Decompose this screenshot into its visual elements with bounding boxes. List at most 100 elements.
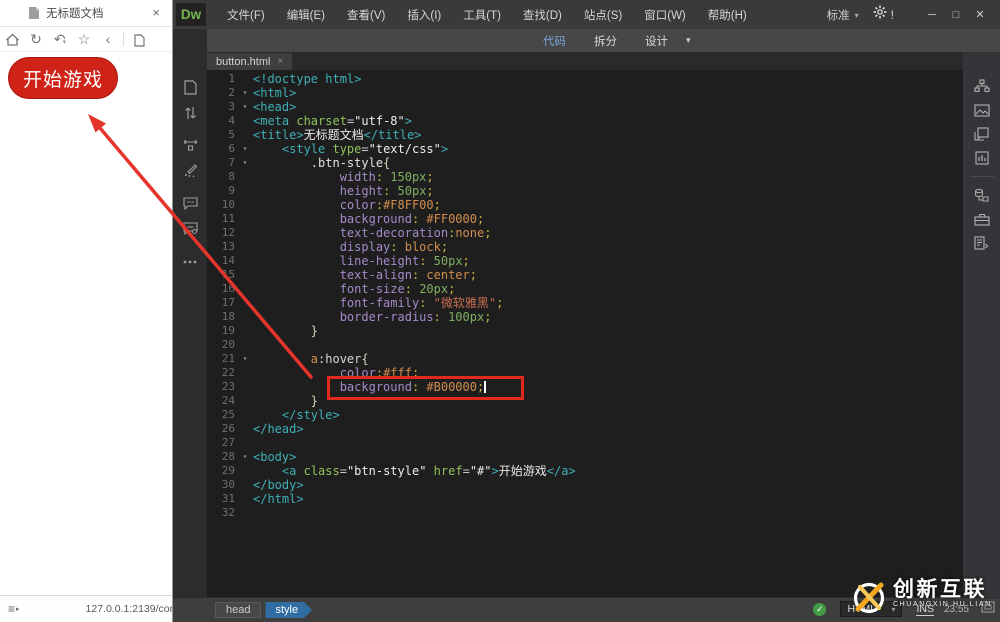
home-icon[interactable] bbox=[0, 31, 24, 47]
sort-arrows-icon[interactable] bbox=[173, 100, 207, 125]
behaviors-icon[interactable] bbox=[963, 183, 1000, 207]
code-line[interactable]: 7▾ .btn-style{ bbox=[207, 156, 963, 170]
fold-gutter bbox=[237, 282, 253, 296]
code-line[interactable]: 9 height: 50px; bbox=[207, 184, 963, 198]
document-icon bbox=[28, 6, 40, 20]
sync-alert: ! bbox=[891, 8, 894, 22]
comment-icon[interactable] bbox=[173, 191, 207, 216]
undo-icon[interactable]: ↶▾ bbox=[48, 31, 72, 48]
code-line[interactable]: 22 color:#fff; bbox=[207, 366, 963, 380]
fold-arrow-icon[interactable]: ▾ bbox=[237, 352, 253, 366]
menu-help[interactable]: 帮助(H) bbox=[697, 7, 758, 23]
star-icon[interactable]: ☆ bbox=[72, 31, 96, 48]
code-line[interactable]: 19 } bbox=[207, 324, 963, 338]
browser-tab-close-icon[interactable]: × bbox=[152, 5, 160, 20]
snippets-icon[interactable] bbox=[963, 231, 1000, 255]
menu-view[interactable]: 查看(V) bbox=[336, 7, 396, 23]
code-line[interactable]: 2▾<html> bbox=[207, 86, 963, 100]
code-line[interactable]: 11 background: #FF0000; bbox=[207, 212, 963, 226]
minimize-button[interactable]: ─ bbox=[920, 9, 944, 21]
code-line[interactable]: 25 </style> bbox=[207, 408, 963, 422]
fold-arrow-icon[interactable]: ▾ bbox=[237, 142, 253, 156]
menu-insert[interactable]: 插入(I) bbox=[396, 7, 452, 23]
tag-crumb-head[interactable]: head bbox=[215, 602, 261, 618]
code-line[interactable]: 10 color:#F8FF00; bbox=[207, 198, 963, 212]
tag-crumb-style[interactable]: style bbox=[265, 602, 312, 618]
close-button[interactable]: ✕ bbox=[968, 8, 992, 21]
code-line[interactable]: 1<!doctype html> bbox=[207, 72, 963, 86]
file-icon[interactable] bbox=[173, 75, 207, 100]
line-number: 30 bbox=[207, 478, 237, 492]
tab-design-view[interactable]: 设计 bbox=[631, 33, 682, 49]
workspace-switcher[interactable]: 标准 bbox=[827, 7, 850, 23]
refresh-icon[interactable]: ↻ bbox=[24, 31, 48, 48]
code-line[interactable]: 30</body> bbox=[207, 478, 963, 492]
code-line[interactable]: 3▾<head> bbox=[207, 100, 963, 114]
more-dots-icon[interactable] bbox=[173, 249, 207, 274]
code-line[interactable]: 12 text-decoration:none; bbox=[207, 226, 963, 240]
line-number: 29 bbox=[207, 464, 237, 478]
toolbox-icon[interactable] bbox=[963, 207, 1000, 231]
maximize-button[interactable]: □ bbox=[944, 9, 968, 21]
assets-icon[interactable] bbox=[963, 98, 1000, 122]
dom-tree-icon[interactable] bbox=[963, 74, 1000, 98]
cc-libraries-icon[interactable] bbox=[963, 146, 1000, 170]
menu-edit[interactable]: 编辑(E) bbox=[276, 7, 336, 23]
code-line[interactable]: 26</head> bbox=[207, 422, 963, 436]
document-tab[interactable]: button.html × bbox=[207, 53, 292, 70]
menu-tools[interactable]: 工具(T) bbox=[452, 7, 512, 23]
line-number: 6 bbox=[207, 142, 237, 156]
code-line[interactable]: 13 display: block; bbox=[207, 240, 963, 254]
gear-icon[interactable] bbox=[873, 5, 887, 24]
code-line[interactable]: 32 bbox=[207, 506, 963, 520]
code-line[interactable]: 5<title>无标题文档</title> bbox=[207, 128, 963, 142]
back-icon[interactable]: ‹ bbox=[96, 31, 120, 47]
workspace-caret-icon[interactable]: ▾ bbox=[855, 11, 859, 20]
start-game-button[interactable]: 开始游戏 bbox=[8, 57, 118, 99]
menu-window[interactable]: 窗口(W) bbox=[633, 7, 697, 23]
code-line[interactable]: 8 width: 150px; bbox=[207, 170, 963, 184]
code-line[interactable]: 23 background: #B00000; bbox=[207, 380, 963, 394]
code-line[interactable]: 6▾ <style type="text/css"> bbox=[207, 142, 963, 156]
code-line[interactable]: 27 bbox=[207, 436, 963, 450]
code-line[interactable]: 24 } bbox=[207, 394, 963, 408]
fold-arrow-icon[interactable]: ▾ bbox=[237, 450, 253, 464]
menu-file[interactable]: 文件(F) bbox=[216, 7, 276, 23]
text-cursor bbox=[484, 381, 486, 393]
code-line[interactable]: 28▾<body> bbox=[207, 450, 963, 464]
code-line[interactable]: 20 bbox=[207, 338, 963, 352]
reading-list-icon[interactable]: ≡ bbox=[8, 602, 15, 616]
code-line[interactable]: 21▾ a:hover{ bbox=[207, 352, 963, 366]
right-panel-strip bbox=[963, 52, 1000, 597]
code-line[interactable]: 29 <a class="btn-style" href="#">开始游戏</a… bbox=[207, 464, 963, 478]
tab-code-view[interactable]: 代码 bbox=[529, 33, 580, 49]
code-line[interactable]: 4<meta charset="utf-8"> bbox=[207, 114, 963, 128]
insert-icon[interactable] bbox=[963, 122, 1000, 146]
screenshot-root: 无标题文档 × ↻ ↶▾ ☆ ‹ 开始游戏 ≡▸ 127.0.0.1:2139/… bbox=[0, 0, 1000, 622]
fold-arrow-icon[interactable]: ▾ bbox=[237, 86, 253, 100]
fluid-grid-icon[interactable] bbox=[173, 133, 207, 158]
document-tab-close-icon[interactable]: × bbox=[277, 56, 283, 67]
design-caret-icon[interactable]: ▾ bbox=[686, 35, 691, 46]
tab-split-view[interactable]: 拆分 bbox=[580, 33, 631, 49]
doc-type-select[interactable]: HTML ▾ bbox=[840, 601, 902, 617]
new-page-icon[interactable] bbox=[127, 31, 151, 47]
fold-gutter bbox=[237, 212, 253, 226]
code-editor[interactable]: 1<!doctype html>2▾<html>3▾<head>4<meta c… bbox=[207, 70, 963, 597]
menu-site[interactable]: 站点(S) bbox=[573, 7, 633, 23]
brush-icon[interactable] bbox=[173, 158, 207, 183]
code-line[interactable]: 17 font-family: "微软雅黑"; bbox=[207, 296, 963, 310]
code-line[interactable]: 14 line-height: 50px; bbox=[207, 254, 963, 268]
insert-mode-indicator[interactable]: INS bbox=[916, 603, 934, 616]
code-line[interactable]: 16 font-size: 20px; bbox=[207, 282, 963, 296]
code-line[interactable]: 31</html> bbox=[207, 492, 963, 506]
menu-find[interactable]: 查找(D) bbox=[512, 7, 573, 23]
code-line[interactable]: 15 text-align: center; bbox=[207, 268, 963, 282]
fold-arrow-icon[interactable]: ▾ bbox=[237, 156, 253, 170]
code-line[interactable]: 18 border-radius: 100px; bbox=[207, 310, 963, 324]
comment-settings-icon[interactable] bbox=[173, 216, 207, 241]
doc-type-value: HTML bbox=[847, 603, 876, 615]
fold-arrow-icon[interactable]: ▾ bbox=[237, 100, 253, 114]
line-number: 17 bbox=[207, 296, 237, 310]
window-size-icon[interactable] bbox=[981, 600, 995, 618]
